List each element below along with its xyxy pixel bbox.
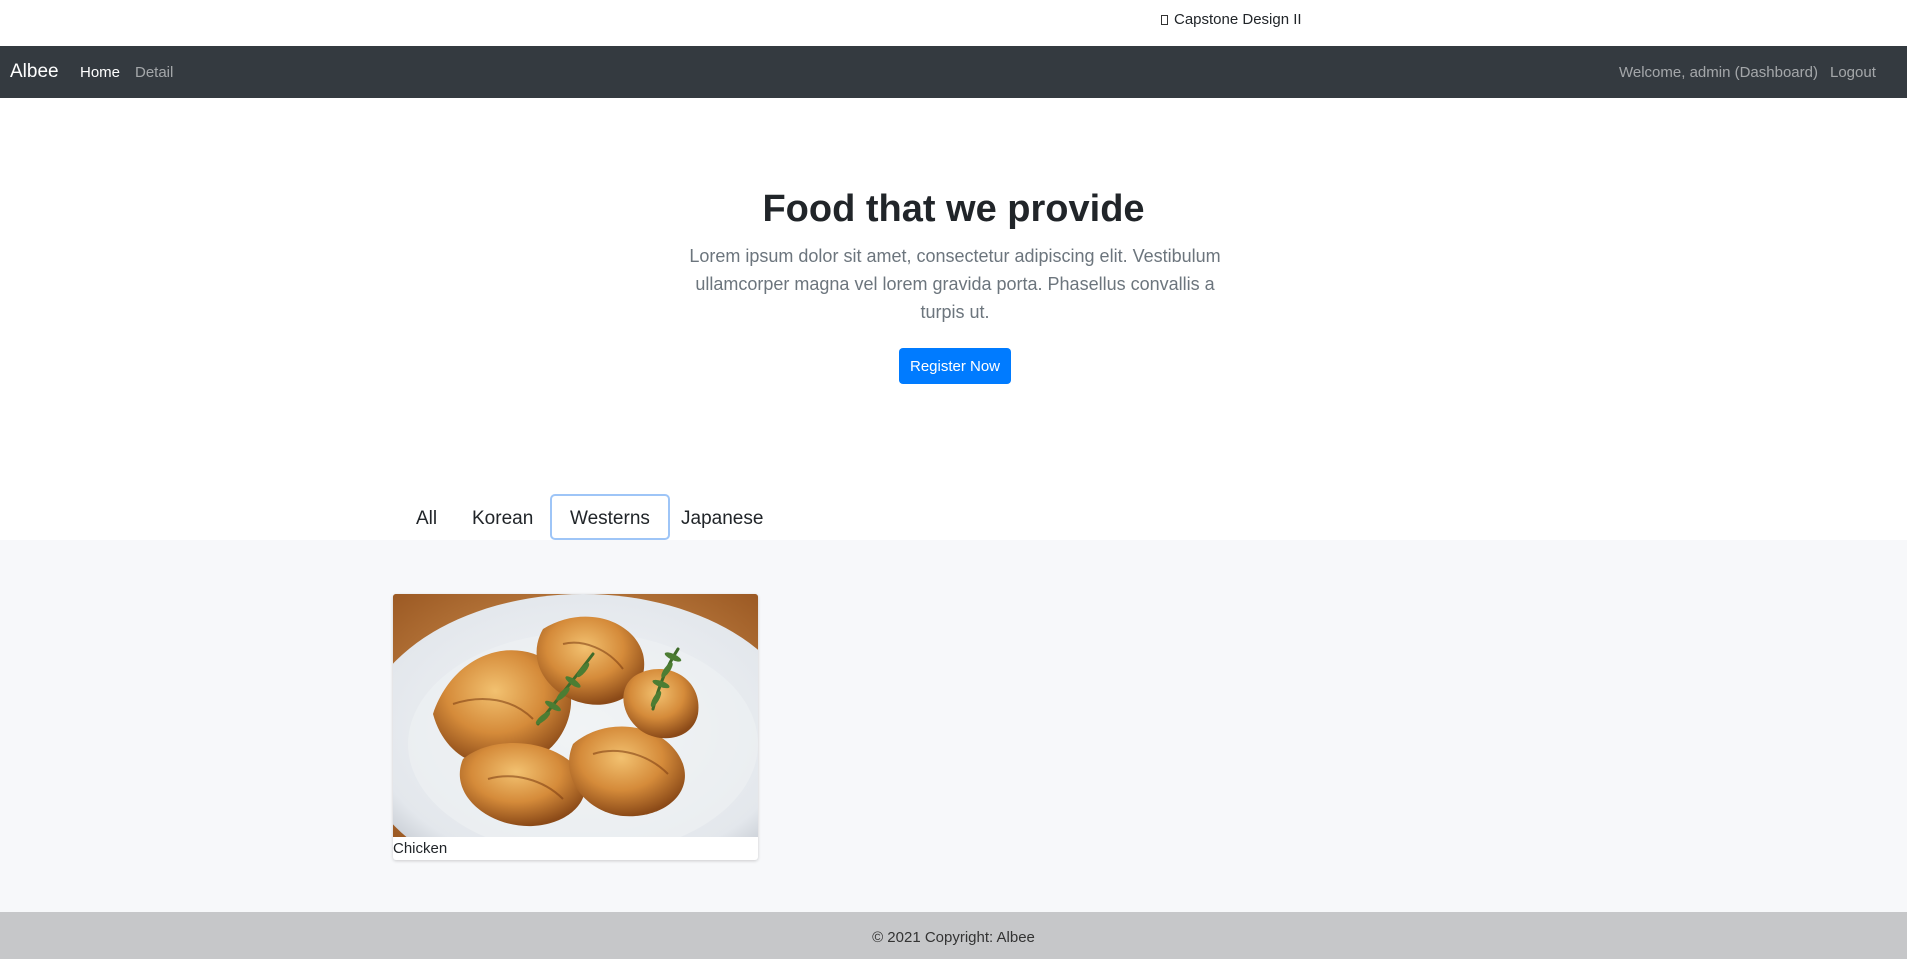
food-gallery: Chicken <box>0 540 1907 912</box>
navbar: Albee Home Detail Welcome, admin (Dashbo… <box>0 46 1907 98</box>
card-caption: Chicken <box>393 840 448 857</box>
hero-lead: Lorem ipsum dolor sit amet, consectetur … <box>689 246 1221 322</box>
page-icon <box>1161 15 1168 25</box>
tab-title: Capstone Design II <box>1174 11 1302 28</box>
logout-link[interactable]: Logout <box>1830 64 1876 81</box>
nav-detail-link[interactable]: Detail <box>135 64 173 81</box>
register-now-button[interactable]: Register Now <box>899 348 1011 384</box>
footer: © 2021 Copyright: Albee <box>0 912 1907 959</box>
filter-japanese-button[interactable]: Japanese <box>661 494 783 540</box>
filter-westerns-button[interactable]: Westerns <box>550 494 670 540</box>
nav-home-link[interactable]: Home <box>80 64 120 81</box>
browser-tab[interactable]: Capstone Design II <box>1161 11 1302 28</box>
browser-tab-strip: Capstone Design II <box>0 0 1907 46</box>
chicken-photo-illustration <box>393 594 758 837</box>
filter-korean-button[interactable]: Korean <box>452 494 553 540</box>
footer-copyright: © 2021 Copyright: Albee <box>872 929 1035 946</box>
hero-title: Food that we provide <box>762 188 1145 230</box>
chicken-photo[interactable] <box>393 594 758 837</box>
food-card[interactable]: Chicken <box>393 594 758 860</box>
filter-all-button[interactable]: All <box>398 494 455 540</box>
welcome-dashboard-link[interactable]: Welcome, admin (Dashboard) <box>1619 64 1818 81</box>
brand-logo[interactable]: Albee <box>10 61 59 83</box>
